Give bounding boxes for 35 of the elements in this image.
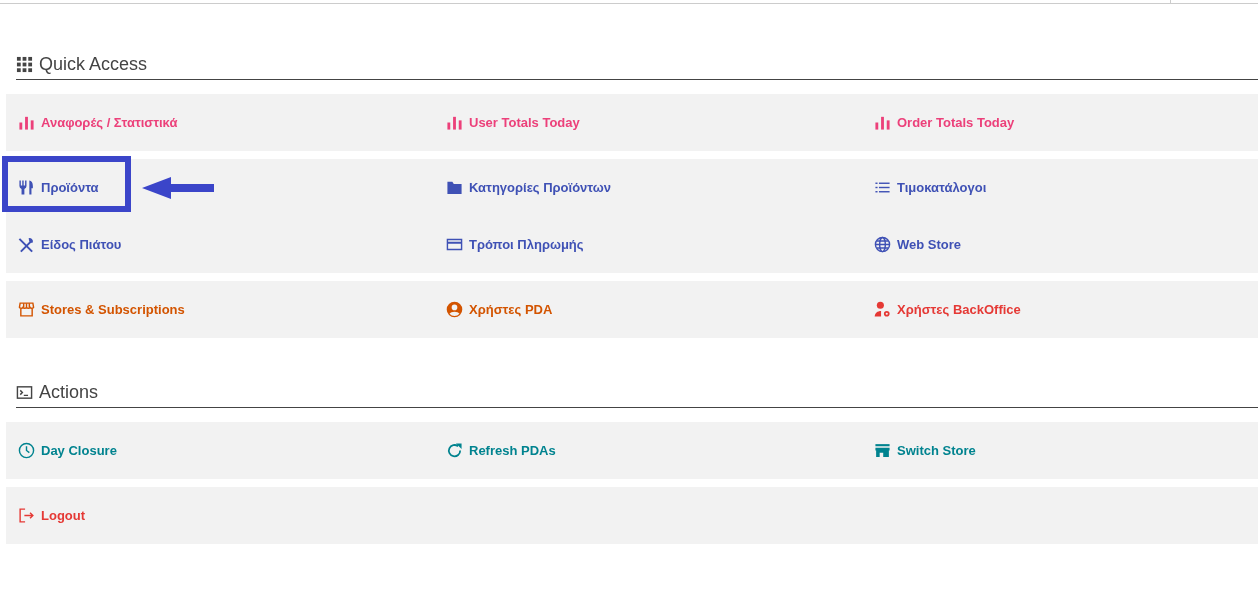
menu-link[interactable]: Switch Store — [874, 442, 976, 459]
menu-link[interactable]: Τρόποι Πληρωμής — [446, 236, 584, 253]
globe-icon — [874, 236, 891, 253]
menu-link[interactable]: Χρήστες PDA — [446, 301, 553, 318]
menu-link[interactable]: Order Totals Today — [874, 114, 1015, 131]
menu-link[interactable]: Είδος Πιάτου — [18, 236, 122, 253]
section-title: Actions — [39, 382, 99, 403]
menu-link[interactable]: Stores & Subscriptions — [18, 301, 185, 318]
clock-icon — [18, 442, 35, 459]
menu-link[interactable]: Προϊόντα — [18, 179, 99, 196]
user-gear-icon — [874, 301, 891, 318]
store-icon — [18, 301, 35, 318]
bar-chart-icon — [446, 114, 463, 131]
menu-link[interactable]: Web Store — [874, 236, 962, 253]
refresh-icon — [446, 442, 463, 459]
menu-link[interactable]: Τιμοκατάλογοι — [874, 179, 987, 196]
folder-icon — [446, 179, 463, 196]
grid-icon — [16, 56, 33, 73]
menu-link[interactable]: Refresh PDAs — [446, 442, 556, 459]
logout-icon — [18, 507, 35, 524]
menu-link[interactable]: Κατηγορίες Προϊόντων — [446, 179, 611, 196]
menu-link[interactable]: Χρήστες BackOffice — [874, 301, 1021, 318]
pointer-arrow — [142, 177, 214, 199]
crossed-utensils-icon — [18, 236, 35, 253]
fork-knife-icon — [18, 179, 35, 196]
menu-link[interactable]: User Totals Today — [446, 114, 580, 131]
terminal-icon — [16, 384, 33, 401]
menu-link[interactable]: Logout — [18, 507, 86, 524]
storefront-icon — [874, 442, 891, 459]
bar-chart-icon — [874, 114, 891, 131]
credit-card-icon — [446, 236, 463, 253]
menu-link[interactable]: Αναφορές / Στατιστικά — [18, 114, 178, 131]
section-title: Quick Access — [39, 54, 148, 75]
menu-link[interactable]: Day Closure — [18, 442, 117, 459]
bar-chart-icon — [18, 114, 35, 131]
